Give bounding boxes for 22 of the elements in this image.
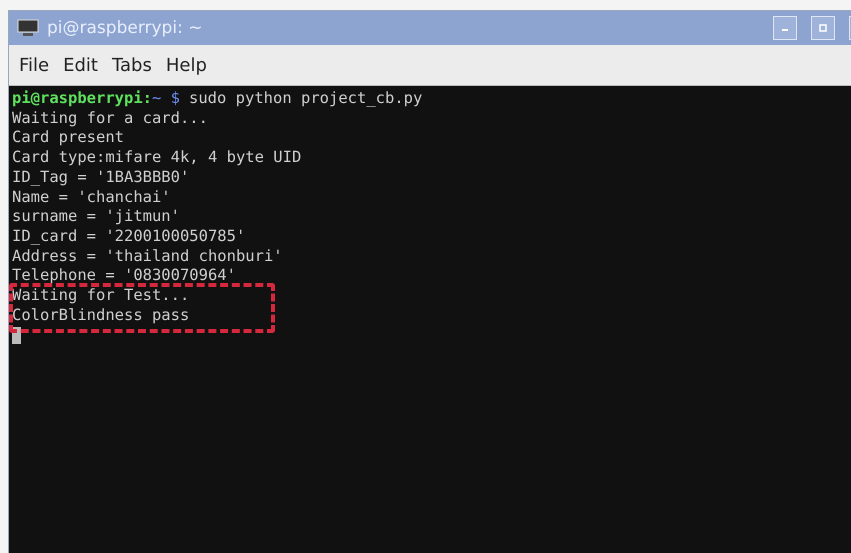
- output-line: Name = 'chanchai': [12, 188, 172, 208]
- menu-item[interactable]: File: [19, 54, 50, 76]
- menu-item[interactable]: Tabs: [112, 54, 152, 76]
- command-text: sudo python project_cb.py: [189, 89, 422, 109]
- maximize-icon: [819, 24, 827, 32]
- minimize-button[interactable]: [773, 16, 797, 40]
- output-line: Card present: [12, 128, 125, 148]
- output-line: ID_Tag = '1BA3BBB0': [12, 168, 190, 188]
- monitor-icon: [17, 19, 39, 37]
- output-line: Card type:mifare 4k, 4 byte UID: [12, 148, 302, 168]
- output-line: Address = 'thailand chonburi': [12, 246, 284, 266]
- menu-item[interactable]: Help: [166, 54, 207, 76]
- menu-item[interactable]: Edit: [63, 54, 98, 76]
- window-title: pi@raspberrypi: ~: [47, 18, 204, 38]
- output-line: surname = 'jitmun': [12, 207, 181, 227]
- output-line: Telephone = '0830070964': [12, 266, 237, 286]
- output-line: Waiting for a card...: [12, 108, 209, 128]
- output-line: Waiting for Test...: [12, 286, 190, 306]
- shell-prompt: pi@raspberrypi:~ $: [12, 89, 180, 109]
- maximize-button[interactable]: [811, 16, 835, 40]
- output-line: ColorBlindness pass: [12, 306, 190, 326]
- output-line: ID_card = '2200100050785': [12, 226, 246, 247]
